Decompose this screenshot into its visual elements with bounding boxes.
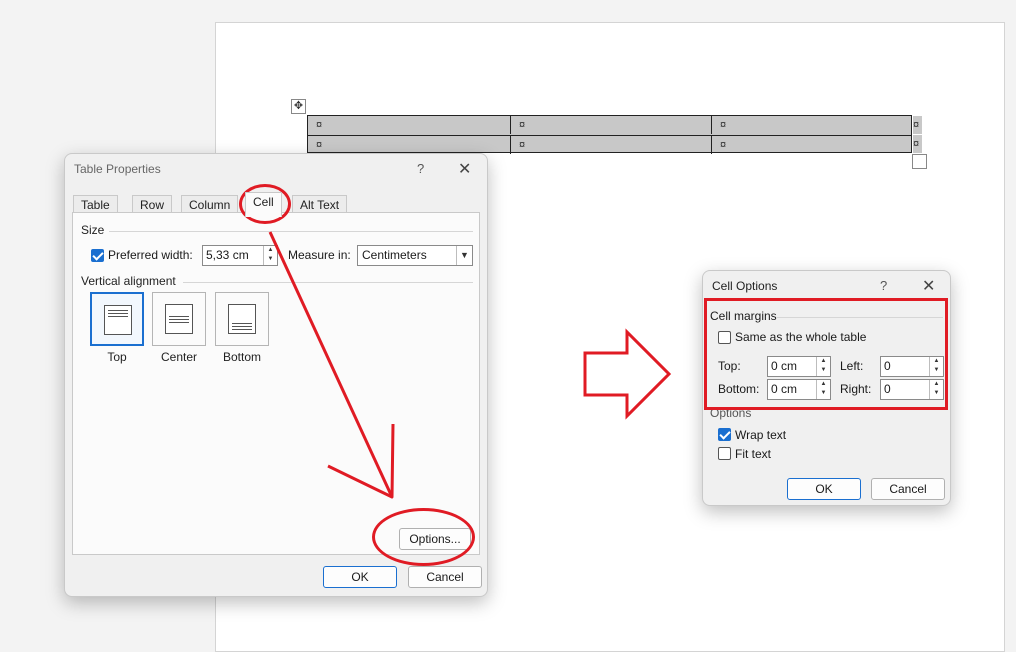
valign-top-button[interactable] — [90, 292, 144, 346]
row-end-mark: ¤ — [913, 116, 922, 134]
ok-button[interactable]: OK — [323, 566, 397, 588]
cancel-button[interactable]: Cancel — [408, 566, 482, 588]
group-divider — [109, 231, 473, 232]
cancel-button[interactable]: Cancel — [871, 478, 945, 500]
table-cell[interactable]: ¤ — [711, 136, 913, 154]
row-end-mark: ¤ — [913, 135, 922, 153]
table-cell[interactable]: ¤ — [510, 116, 711, 134]
table-cell[interactable]: ¤ — [510, 136, 711, 154]
close-icon[interactable]: ✕ — [922, 276, 935, 296]
fit-text-label: Fit text — [735, 447, 772, 461]
valign-center-button[interactable] — [152, 292, 206, 346]
help-icon[interactable]: ? — [880, 278, 887, 293]
align-bottom-icon — [228, 304, 256, 334]
wrap-text-label: Wrap text — [735, 428, 787, 442]
measure-in-value: Centimeters — [362, 248, 427, 262]
align-center-icon — [165, 304, 193, 334]
valign-top-label: Top — [107, 350, 127, 364]
cell-margins-highlight-rect — [704, 298, 948, 410]
help-icon[interactable]: ? — [417, 161, 424, 176]
document-table[interactable]: ¤ ¤ ¤ ¤ ¤ ¤ — [307, 115, 913, 154]
table-resize-handle[interactable] — [912, 154, 927, 169]
table-row: ¤ ¤ ¤ — [308, 116, 911, 134]
table-row: ¤ ¤ ¤ — [308, 135, 913, 154]
group-divider — [183, 282, 473, 283]
preferred-width-checkbox[interactable] — [91, 249, 104, 262]
preferred-width-value: 5,33 cm — [206, 248, 249, 262]
fit-text-checkbox[interactable] — [718, 447, 731, 460]
table-cell[interactable]: ¤ — [308, 116, 510, 134]
preferred-width-label: Preferred width: — [108, 248, 193, 262]
chevron-down-icon[interactable]: ▼ — [456, 246, 472, 265]
align-top-icon — [104, 305, 132, 335]
preferred-width-input[interactable]: 5,33 cm ▲ ▼ — [202, 245, 278, 266]
table-move-handle-icon[interactable]: ✥ — [291, 99, 306, 114]
table-cell[interactable]: ¤ — [308, 136, 510, 154]
valign-center-label: Center — [160, 350, 198, 364]
spinner-arrows-icon[interactable]: ▲ ▼ — [263, 246, 277, 265]
cell-tab-panel: Size Preferred width: 5,33 cm ▲ ▼ Measure… — [72, 212, 480, 555]
dialog-title: Table Properties — [74, 162, 161, 176]
tab-cell[interactable]: Cell — [245, 192, 282, 217]
table-cell[interactable]: ¤ — [711, 116, 913, 134]
measure-in-select[interactable]: Centimeters ▼ — [357, 245, 473, 266]
valign-bottom-button[interactable] — [215, 292, 269, 346]
valign-bottom-label: Bottom — [222, 350, 261, 364]
ok-button[interactable]: OK — [787, 478, 861, 500]
vertical-alignment-label: Vertical alignment — [81, 274, 176, 288]
dialog-title: Cell Options — [712, 279, 778, 293]
size-group-label: Size — [81, 223, 105, 237]
close-icon[interactable]: ✕ — [458, 159, 471, 179]
measure-in-label: Measure in: — [288, 248, 351, 262]
options-button-highlight-ellipse — [372, 508, 475, 566]
wrap-text-checkbox[interactable] — [718, 428, 731, 441]
